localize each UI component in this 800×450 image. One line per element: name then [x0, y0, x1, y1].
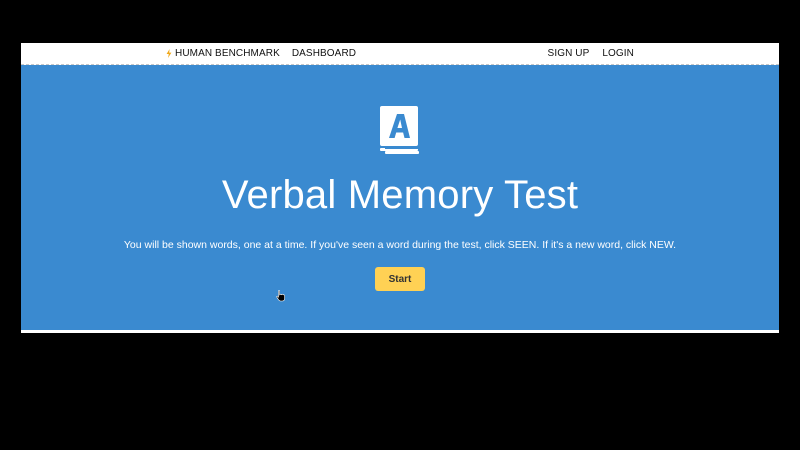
start-button[interactable]: Start [375, 267, 425, 291]
login-link[interactable]: LOGIN [602, 48, 634, 59]
instructions-text: You will be shown words, one at a time. … [123, 239, 677, 251]
navbar-right: SIGN UP LOGIN [548, 43, 634, 64]
brand-label: HUMAN BENCHMARK [175, 48, 280, 59]
top-navbar: HUMAN BENCHMARK DASHBOARD SIGN UP LOGIN [21, 43, 779, 65]
brand-link[interactable]: HUMAN BENCHMARK [166, 48, 280, 59]
lightning-bolt-icon [166, 49, 172, 58]
content-divider [21, 330, 779, 333]
hero-section: Verbal Memory Test You will be shown wor… [21, 65, 779, 330]
mouse-pointer-hand-icon [276, 290, 285, 302]
dashboard-link[interactable]: DASHBOARD [292, 48, 356, 59]
browser-viewport: HUMAN BENCHMARK DASHBOARD SIGN UP LOGIN … [21, 43, 779, 333]
navbar-left: HUMAN BENCHMARK DASHBOARD [166, 43, 356, 64]
page-title: Verbal Memory Test [221, 173, 579, 217]
signup-link[interactable]: SIGN UP [548, 48, 590, 59]
book-letter-a-icon [380, 106, 421, 154]
